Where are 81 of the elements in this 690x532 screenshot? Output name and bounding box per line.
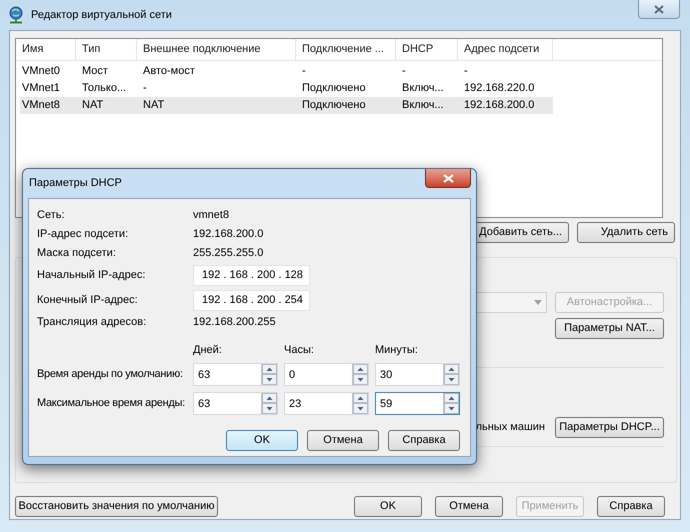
column-header[interactable]: DHCP bbox=[396, 39, 458, 60]
close-button[interactable] bbox=[638, 0, 680, 19]
dialog-button[interactable]: Отмена bbox=[307, 430, 379, 451]
table-cell-text: - bbox=[301, 64, 307, 80]
spin-down-icon[interactable] bbox=[444, 403, 459, 414]
table-cell-text: 192.168.220.0 bbox=[463, 81, 536, 96]
table-cell-text: NAT bbox=[142, 98, 166, 114]
spin-up-icon[interactable] bbox=[444, 364, 459, 374]
ip-address-field[interactable]: 192 . 168 . 200 . 128 bbox=[193, 265, 310, 286]
dialog-button[interactable]: Восстановить значения по умолчанию bbox=[15, 496, 218, 517]
field-label: Конечный IP-адрес: bbox=[37, 293, 139, 308]
table-cell-text: VMnet0 bbox=[21, 64, 61, 80]
column-label: Минуты: bbox=[375, 342, 419, 358]
field-label: Маска подсети: bbox=[37, 246, 117, 262]
number-spinner[interactable]: 63 bbox=[193, 363, 278, 386]
table-cell-text: Только... bbox=[81, 81, 128, 96]
field-label: Время аренды по умолчанию: bbox=[37, 367, 184, 382]
field-value: 192.168.200.255 bbox=[193, 315, 276, 330]
table-cell-text: Включ... bbox=[401, 81, 445, 96]
table-cell-text: 192.168.200.0 bbox=[463, 98, 536, 114]
column-label: Дней: bbox=[193, 342, 223, 358]
table-cell-text: - bbox=[142, 81, 148, 96]
field-value: 255.255.255.0 bbox=[193, 246, 264, 262]
field-label: Трансляция адресов: bbox=[37, 315, 148, 330]
column-header[interactable]: Имя bbox=[16, 39, 76, 60]
spin-down-icon[interactable] bbox=[262, 403, 277, 414]
number-spinner[interactable]: 30 bbox=[375, 363, 460, 386]
column-header[interactable]: Адрес подсети bbox=[458, 39, 553, 60]
window-title: Редактор виртуальной сети bbox=[31, 8, 172, 23]
column-label: Часы: bbox=[284, 342, 315, 358]
dialog-button[interactable]: Справка bbox=[388, 430, 460, 451]
table-cell-text: Подключено bbox=[301, 98, 367, 114]
column-header[interactable]: Внешнее подключение bbox=[137, 39, 296, 60]
spin-down-icon[interactable] bbox=[353, 374, 368, 385]
number-spinner[interactable]: 63 bbox=[193, 392, 278, 415]
dhcp-label: льных машин bbox=[476, 420, 545, 436]
spin-up-icon[interactable] bbox=[353, 393, 368, 403]
field-label: Начальный IP-адрес: bbox=[37, 268, 146, 284]
spin-up-icon[interactable] bbox=[353, 364, 368, 374]
dialog-title: Параметры DHCP bbox=[29, 176, 122, 192]
number-spinner[interactable]: 23 bbox=[284, 392, 369, 415]
dropdown-arrow-icon bbox=[534, 300, 542, 305]
field-value: 192.168.200.0 bbox=[193, 227, 264, 242]
table-row[interactable]: VMnet8 NAT NAT Подключено Включ... 192.168.200.0 bbox=[20, 97, 553, 114]
table-cell-text: Подключено bbox=[301, 81, 367, 96]
field-label: Сеть: bbox=[37, 208, 66, 224]
close-icon bbox=[442, 174, 454, 182]
network-button[interactable]: Удалить сеть bbox=[577, 222, 675, 243]
table-cell-text: Мост bbox=[81, 64, 109, 80]
spin-down-icon[interactable] bbox=[262, 374, 277, 385]
table-cell-text: - bbox=[401, 64, 407, 80]
field-label: IP-адрес подсети: bbox=[37, 227, 130, 242]
dhcp-settings-button[interactable]: Параметры DHCP... bbox=[555, 417, 664, 438]
table-cell-text: VMnet8 bbox=[21, 98, 61, 114]
table-cell-text: VMnet1 bbox=[21, 81, 61, 96]
ip-address-field[interactable]: 192 . 168 . 200 . 254 bbox=[193, 290, 310, 311]
table-cell-text: Включ... bbox=[401, 98, 445, 114]
table-cell-text: NAT bbox=[81, 98, 104, 114]
spin-up-icon[interactable] bbox=[262, 364, 277, 374]
spin-up-icon[interactable] bbox=[262, 393, 277, 403]
dialog-button[interactable]: Справка bbox=[597, 496, 665, 517]
dialog-button[interactable]: OK bbox=[226, 430, 298, 451]
field-value: vmnet8 bbox=[193, 208, 230, 224]
spin-down-icon[interactable] bbox=[444, 374, 459, 385]
spin-up-icon[interactable] bbox=[444, 393, 459, 403]
table-cell-text: Авто-мост bbox=[142, 64, 196, 80]
field-label: Максимальное время аренды: bbox=[37, 396, 186, 412]
close-icon bbox=[654, 4, 664, 14]
table-row[interactable]: VMnet1 Только... - Подключено Включ... 192.168.220.0 bbox=[20, 80, 553, 97]
dialog-close-button[interactable] bbox=[425, 169, 471, 188]
dialog-button[interactable]: OK bbox=[354, 496, 422, 517]
globe-icon bbox=[8, 6, 24, 24]
column-header[interactable]: Подключение ... bbox=[296, 39, 396, 60]
number-spinner[interactable]: 59 bbox=[375, 392, 460, 415]
number-spinner[interactable]: 0 bbox=[284, 363, 369, 386]
column-header[interactable]: Тип bbox=[76, 39, 137, 60]
table-row[interactable]: VMnet0 Мост Авто-мост - - - bbox=[20, 63, 553, 80]
spin-down-icon[interactable] bbox=[353, 403, 368, 414]
dialog-button[interactable]: Отмена bbox=[435, 496, 503, 517]
nat-settings-button[interactable]: Параметры NAT... bbox=[555, 318, 664, 339]
table-cell-text: - bbox=[463, 64, 469, 80]
